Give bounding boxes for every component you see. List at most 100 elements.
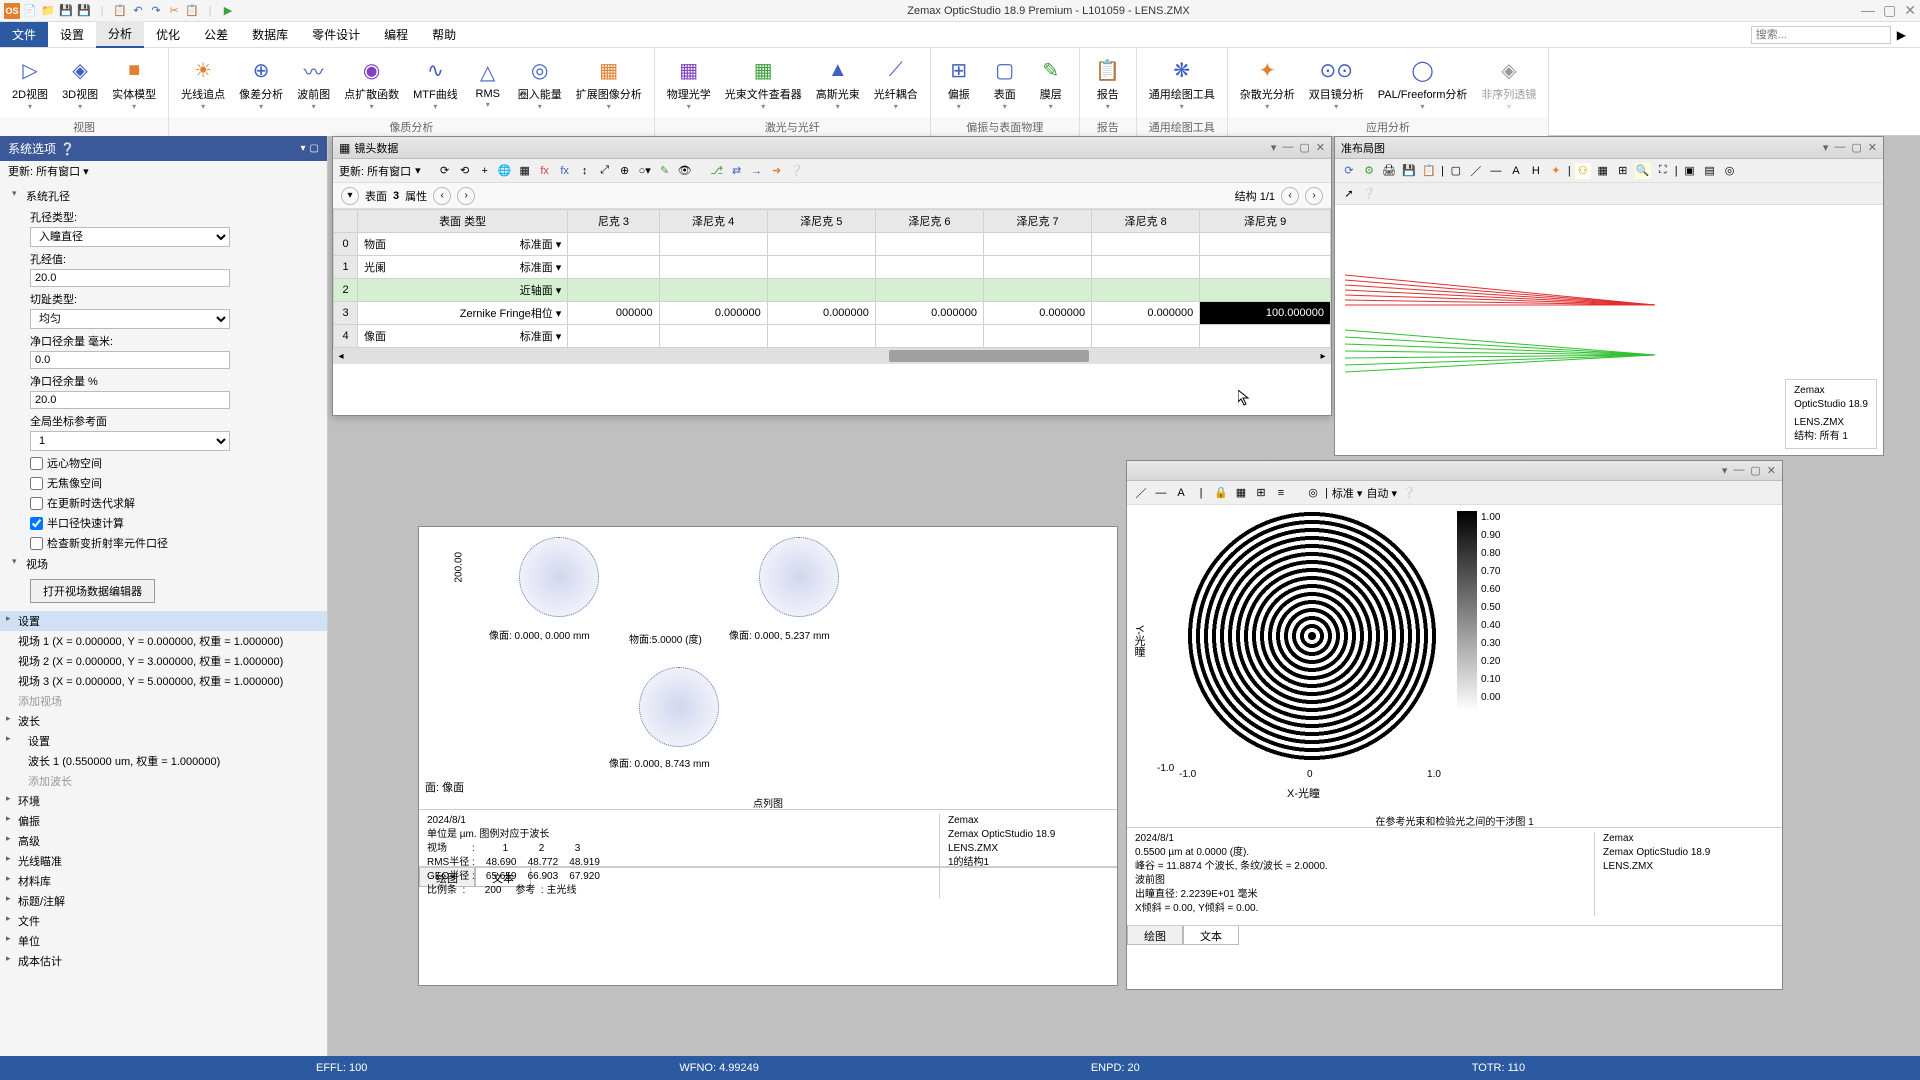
cb-iterate[interactable]	[30, 497, 43, 510]
menu-tolerance[interactable]: 公差	[192, 22, 240, 47]
panel-dropdown-icon[interactable]: ▾	[301, 143, 306, 154]
aperture-type-select[interactable]: 入瞳直径	[30, 227, 230, 247]
tree-field2[interactable]: 视场 2 (X = 0.000000, Y = 3.000000, 权重 = 1…	[0, 651, 327, 671]
ribbon-btn-高斯光束[interactable]: ▲高斯光束▾	[810, 52, 866, 113]
table-cell[interactable]	[984, 256, 1092, 279]
copy-icon[interactable]: 📋	[112, 3, 128, 19]
cb-checkgrin[interactable]	[30, 537, 43, 550]
tree-pol[interactable]: 偏振	[0, 811, 327, 831]
tree-wavelengths[interactable]: 波长	[0, 711, 327, 731]
grid-icon[interactable]: ▦	[517, 163, 533, 179]
table-row[interactable]: 3Zernike Fringe相位 ▾0000000.0000000.00000…	[334, 302, 1331, 325]
menu-analyze[interactable]: 分析	[96, 21, 144, 48]
menu-setup[interactable]: 设置	[48, 22, 96, 47]
table-cell[interactable]	[984, 279, 1092, 302]
run-icon[interactable]: ▶	[220, 3, 236, 19]
lt-h-icon[interactable]: H	[1528, 163, 1544, 179]
ribbon-btn-膜层[interactable]: ✎膜层▾	[1029, 52, 1073, 113]
next-struct-icon[interactable]: ›	[1305, 187, 1323, 205]
lens-maximize-icon[interactable]: ▢	[1299, 141, 1309, 154]
column-header[interactable]: 泽尼克 9	[1200, 210, 1331, 233]
lt-dash-icon[interactable]: —	[1488, 163, 1504, 179]
table-cell[interactable]	[875, 325, 983, 348]
help-icon[interactable]: ❔	[789, 163, 805, 179]
search-go-icon[interactable]: ▶	[1891, 28, 1912, 42]
table-cell[interactable]	[659, 256, 767, 279]
globe-icon[interactable]: 🌐	[497, 163, 513, 179]
fringe-maximize-icon[interactable]: ▢	[1750, 464, 1760, 477]
table-cell[interactable]	[1092, 325, 1200, 348]
row-number[interactable]: 3	[334, 302, 358, 325]
lt-grid2-icon[interactable]: ⊞	[1615, 163, 1631, 179]
table-cell[interactable]: 0.000000	[1092, 302, 1200, 325]
lt-print-icon[interactable]: 🖨	[1381, 163, 1397, 179]
update-scope[interactable]: 更新: 所有窗口 ▾	[0, 161, 327, 181]
table-cell[interactable]: 100.000000	[1200, 302, 1331, 325]
table-cell[interactable]	[659, 279, 767, 302]
lens-update-label[interactable]: 更新: 所有窗口	[339, 163, 411, 179]
lt-expand-icon[interactable]: ⛶	[1655, 163, 1671, 179]
lt-star-icon[interactable]: ✦	[1548, 163, 1564, 179]
save-icon[interactable]: 💾	[58, 3, 74, 19]
undo-icon[interactable]: ↶	[130, 3, 146, 19]
lt-refresh-icon[interactable]: ⟳	[1341, 163, 1357, 179]
lt2-help-icon[interactable]: ❔	[1361, 186, 1377, 202]
table-cell[interactable]: 000000	[568, 302, 659, 325]
ribbon-btn-杂散光分析[interactable]: ✦杂散光分析▾	[1234, 52, 1301, 113]
menu-partdesign[interactable]: 零件设计	[300, 22, 372, 47]
lt-copy-icon[interactable]: 📋	[1421, 163, 1437, 179]
cut-icon[interactable]: ✂	[166, 3, 182, 19]
fields-header[interactable]: 视场	[12, 553, 315, 575]
lt-win1-icon[interactable]: ▣	[1682, 163, 1698, 179]
row-number[interactable]: 4	[334, 325, 358, 348]
fringe-minimize-icon[interactable]: —	[1733, 464, 1744, 477]
minimize-icon[interactable]: —	[1861, 2, 1875, 19]
lens-minimize-icon[interactable]: —	[1282, 141, 1293, 154]
tree-rayaim[interactable]: 光线瞄准	[0, 851, 327, 871]
scroll-right-icon[interactable]: ▸	[1315, 351, 1331, 362]
menu-file[interactable]: 文件	[0, 22, 48, 47]
table-cell[interactable]	[568, 279, 659, 302]
column-header[interactable]: 泽尼克 7	[984, 210, 1092, 233]
ribbon-btn-点扩散函数[interactable]: ◉点扩散函数▾	[338, 52, 405, 113]
table-cell[interactable]: 0.000000	[659, 302, 767, 325]
scroll-left-icon[interactable]: ◂	[333, 351, 349, 362]
menu-optimize[interactable]: 优化	[144, 22, 192, 47]
layout-maximize-icon[interactable]: ▢	[1851, 141, 1861, 154]
fringe-tab-plot[interactable]: 绘图	[1127, 926, 1183, 945]
cb-fastsemi[interactable]	[30, 517, 43, 530]
table-cell[interactable]	[767, 256, 875, 279]
surface-type-cell[interactable]: 近轴面 ▾	[358, 279, 568, 302]
menu-libraries[interactable]: 数据库	[240, 22, 300, 47]
ribbon-btn-像差分析[interactable]: ⊕像差分析▾	[233, 52, 289, 113]
menu-help[interactable]: 帮助	[420, 22, 468, 47]
table-cell[interactable]	[1092, 279, 1200, 302]
ribbon-btn-实体模型[interactable]: ■实体模型▾	[106, 52, 162, 113]
tree-env[interactable]: 环境	[0, 791, 327, 811]
lens-close-icon[interactable]: ✕	[1316, 141, 1325, 154]
ribbon-btn-物理光学[interactable]: ▦物理光学▾	[661, 52, 717, 113]
column-header[interactable]: 表面 类型	[358, 210, 568, 233]
table-row[interactable]: 4像面 标准面 ▾	[334, 325, 1331, 348]
clear-semi-pct-input[interactable]	[30, 391, 230, 409]
lt-text-icon[interactable]: A	[1508, 163, 1524, 179]
tree-addwave[interactable]: 添加波长	[0, 771, 327, 791]
table-cell[interactable]	[568, 325, 659, 348]
layout-minimize-icon[interactable]: —	[1834, 141, 1845, 154]
pencil-icon[interactable]: ✎	[657, 163, 673, 179]
search-input[interactable]	[1751, 26, 1891, 44]
table-cell[interactable]	[875, 256, 983, 279]
tree-wave1[interactable]: 波长 1 (0.550000 um, 权重 = 1.000000)	[0, 751, 327, 771]
apodization-select[interactable]: 均匀	[30, 309, 230, 329]
table-cell[interactable]	[1200, 325, 1331, 348]
ribbon-btn-光纤耦合[interactable]: ⟋光纤耦合▾	[868, 52, 924, 113]
table-row[interactable]: 2近轴面 ▾	[334, 279, 1331, 302]
table-cell[interactable]	[875, 279, 983, 302]
saveas-icon[interactable]: 💾	[76, 3, 92, 19]
redo-icon[interactable]: ↷	[148, 3, 164, 19]
ribbon-btn-光束文件查看器[interactable]: ▦光束文件查看器▾	[719, 52, 808, 113]
arrows-icon[interactable]: ⇄	[729, 163, 745, 179]
tree-cost[interactable]: 成本估计	[0, 951, 327, 971]
table-cell[interactable]	[1200, 279, 1331, 302]
tree-field1[interactable]: 视场 1 (X = 0.000000, Y = 0.000000, 权重 = 1…	[0, 631, 327, 651]
